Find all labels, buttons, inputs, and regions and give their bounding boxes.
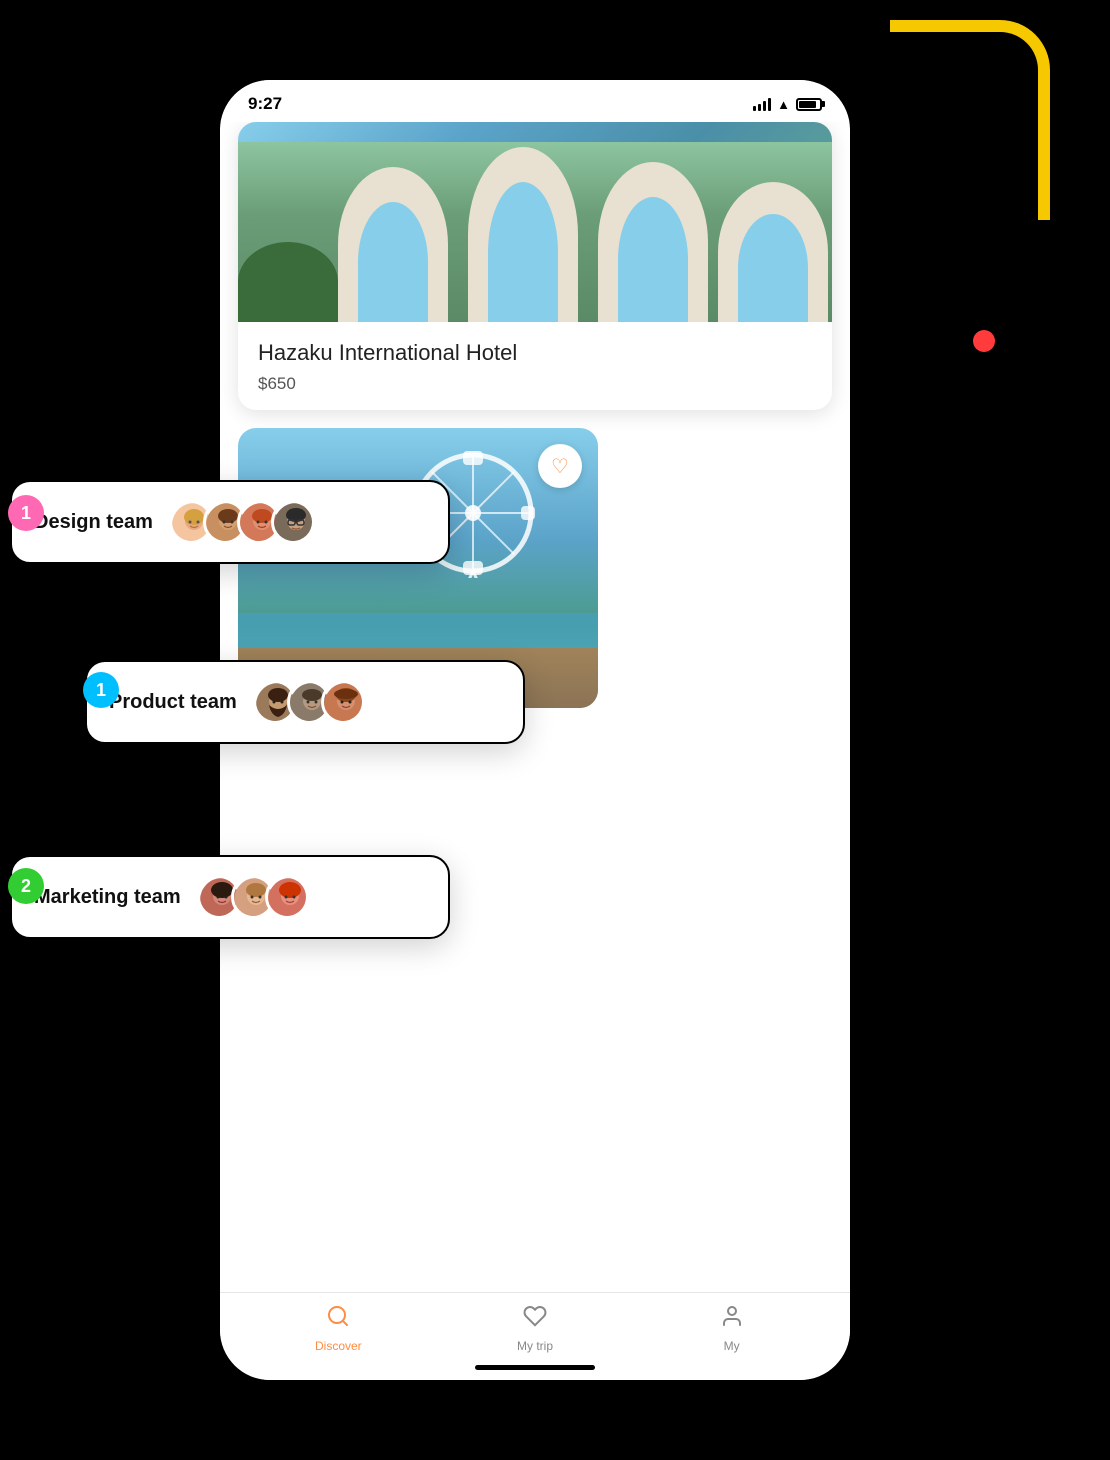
home-indicator <box>475 1365 595 1370</box>
hotel-image <box>238 122 832 322</box>
wifi-icon: ▲ <box>777 97 790 112</box>
mytrip-label: My trip <box>517 1339 553 1353</box>
arch-inner1 <box>358 202 428 322</box>
discover-label: Discover <box>315 1339 362 1353</box>
product-team-badge: 1 <box>83 672 119 708</box>
yellow-bracket-decoration <box>890 20 1050 220</box>
product-team-label: Product team <box>109 691 237 714</box>
hotel-info: Hazaku International Hotel $650 <box>238 322 832 410</box>
favorite-button[interactable]: ♡ <box>538 444 582 488</box>
heart-icon: ♡ <box>551 454 569 479</box>
product-team-avatars <box>253 680 365 724</box>
avatar-product-3 <box>321 680 365 724</box>
status-time: 9:27 <box>248 94 282 114</box>
marketing-team-avatars <box>197 875 309 919</box>
hotel-name: Hazaku International Hotel <box>258 340 812 366</box>
status-bar: 9:27 ▲ <box>220 80 850 122</box>
nav-item-mytrip[interactable]: My trip <box>437 1304 634 1353</box>
design-team-tooltip[interactable]: Design team <box>10 480 450 564</box>
water <box>238 613 598 653</box>
avatar-marketing-3 <box>265 875 309 919</box>
my-label: My <box>724 1339 740 1353</box>
design-team-badge: 1 <box>8 495 44 531</box>
product-team-tooltip[interactable]: Product team <box>85 660 525 744</box>
design-team-label: Design team <box>34 511 153 534</box>
hotel-card[interactable]: Hazaku International Hotel $650 <box>238 122 832 410</box>
my-icon <box>720 1304 744 1335</box>
arch-inner2 <box>488 182 558 322</box>
trees <box>238 242 338 322</box>
mytrip-icon <box>523 1304 547 1335</box>
discover-icon <box>326 1304 350 1335</box>
design-team-avatars <box>169 500 315 544</box>
marketing-team-label: Marketing team <box>34 886 181 909</box>
arch-inner4 <box>738 214 808 322</box>
nav-item-my[interactable]: My <box>633 1304 830 1353</box>
hotel-price: $650 <box>258 374 812 394</box>
marketing-team-tooltip[interactable]: Marketing team <box>10 855 450 939</box>
status-icons: ▲ <box>753 97 822 112</box>
marketing-team-badge: 2 <box>8 868 44 904</box>
signal-icon <box>753 97 771 111</box>
avatar-design-4 <box>271 500 315 544</box>
battery-icon <box>796 98 822 111</box>
arch-inner3 <box>618 197 688 322</box>
nav-item-discover[interactable]: Discover <box>240 1304 437 1353</box>
red-dot-decoration <box>973 330 995 352</box>
